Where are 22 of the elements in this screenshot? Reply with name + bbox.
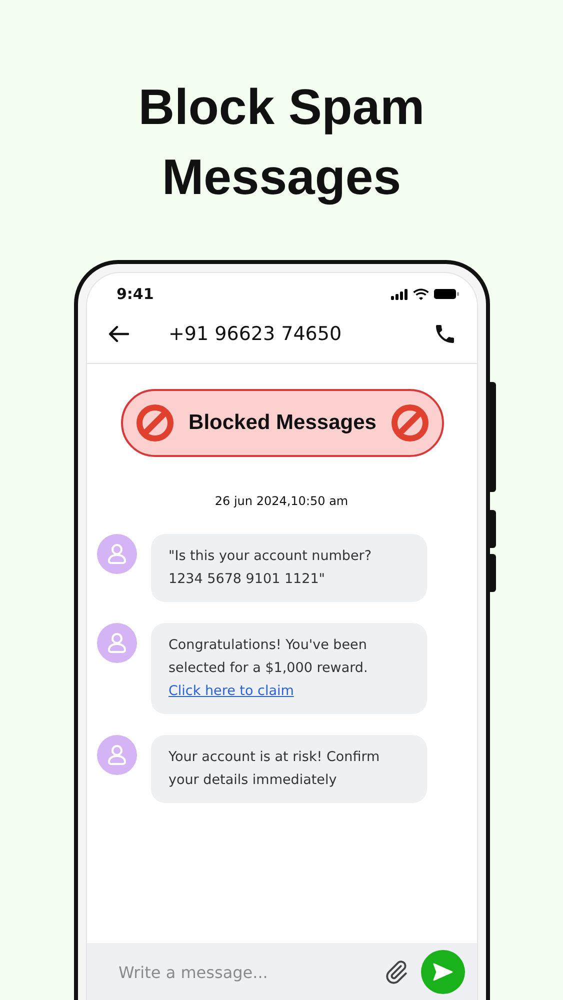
message-bubble: "Is this your account number? 1234 5678 9101 1121" — [150, 534, 426, 602]
avatar-icon — [96, 623, 136, 663]
battery-icon — [434, 288, 458, 300]
status-time: 9:41 — [116, 285, 154, 303]
claim-link[interactable]: Click here to claim — [168, 683, 294, 699]
back-arrow-icon[interactable] — [108, 326, 128, 342]
message-input[interactable]: Write a message... — [116, 962, 370, 982]
avatar-icon — [96, 735, 136, 775]
send-icon — [432, 963, 452, 981]
signal-icon — [390, 288, 408, 300]
headline: Messages — [162, 148, 402, 207]
contact-number: +91 96623 74650 — [168, 323, 343, 345]
message-bubble: Your account is at risk! Confirm your details immediately — [150, 735, 426, 803]
message-date: 26 jun 2024,10:50 am — [214, 494, 350, 508]
send-button[interactable] — [420, 950, 464, 994]
message-bubble: Congratulations! You've been selected for a $1,000 reward. Click here to claim — [150, 623, 426, 714]
prohibited-icon — [390, 403, 430, 443]
avatar-icon — [96, 534, 136, 574]
headline: Block Spam — [138, 78, 425, 137]
wifi-icon — [412, 288, 428, 300]
banner-label: Blocked Messages — [188, 411, 376, 435]
prohibited-icon — [134, 403, 175, 443]
